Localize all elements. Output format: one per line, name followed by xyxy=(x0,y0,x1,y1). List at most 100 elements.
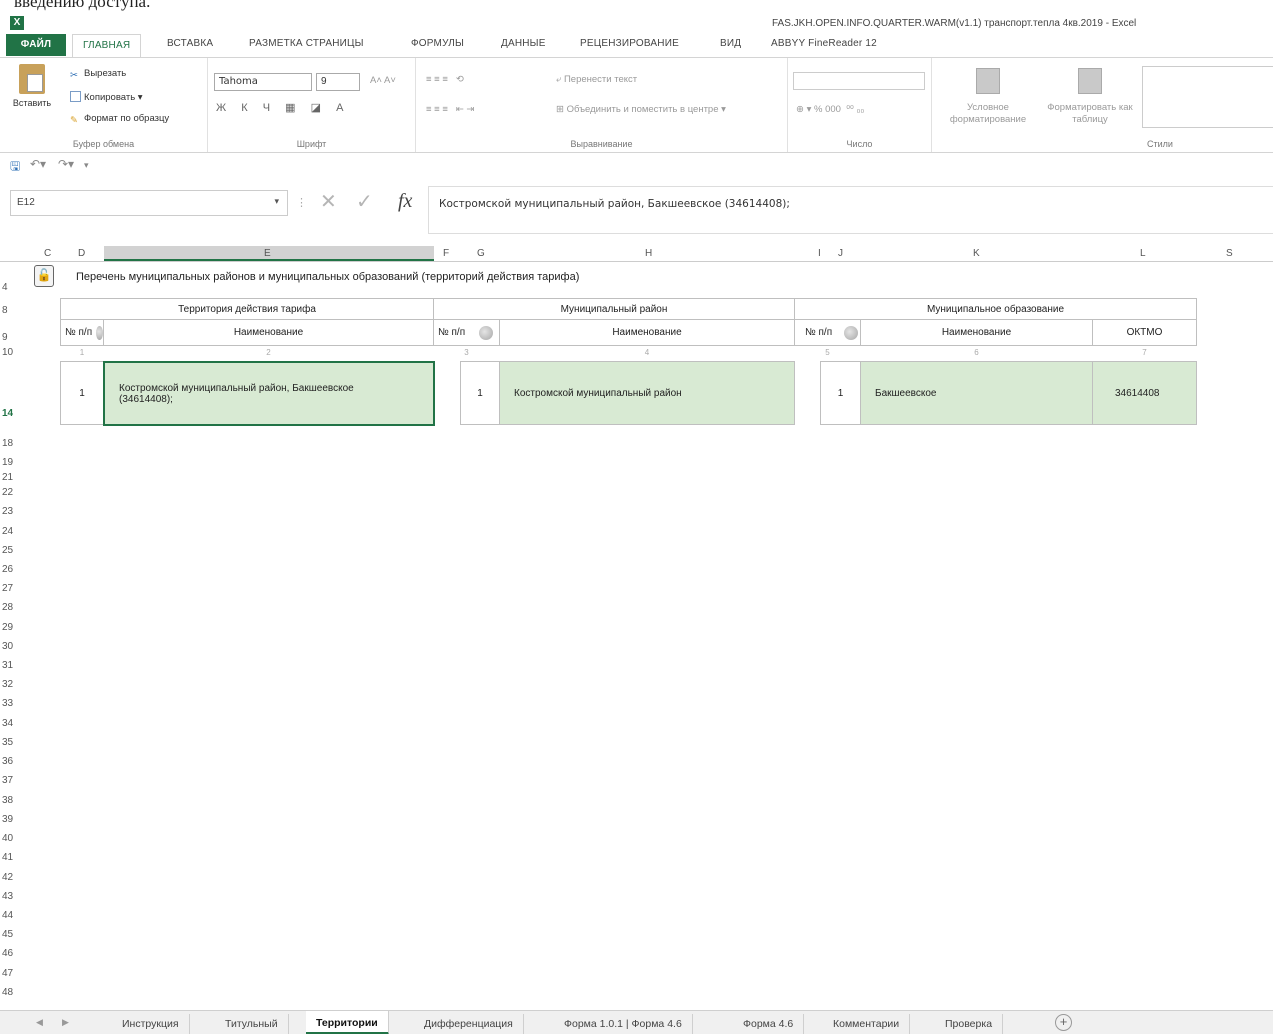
scroll-right-icon[interactable]: ▶ xyxy=(62,1017,69,1028)
tab-abbyy[interactable]: ABBYY FineReader 12 xyxy=(771,38,877,49)
circle-button-icon[interactable] xyxy=(96,325,103,340)
row-header[interactable]: 44 xyxy=(2,910,13,921)
row-header[interactable]: 43 xyxy=(2,891,13,902)
enter-icon[interactable]: ✓ xyxy=(356,189,373,214)
territory-num-cell[interactable]: 1 xyxy=(60,361,104,425)
column-header-g[interactable]: G xyxy=(477,248,485,259)
circle-button-icon[interactable] xyxy=(479,325,494,340)
municipality-num-cell[interactable]: 1 xyxy=(820,361,861,425)
column-header-i[interactable]: I xyxy=(818,248,821,259)
group-header-territory[interactable]: Территория действия тарифа xyxy=(60,298,434,320)
row-header[interactable]: 40 xyxy=(2,833,13,844)
format-painter-button[interactable]: ✎ Формат по образцу xyxy=(70,113,169,126)
borders-icon[interactable]: ▦ xyxy=(285,102,301,114)
header-oktmo[interactable]: ОКТМО xyxy=(1092,319,1197,346)
row-header[interactable]: 9 xyxy=(2,332,8,343)
scroll-left-icon[interactable]: ◀ xyxy=(36,1017,43,1028)
bold-button[interactable]: Ж xyxy=(216,102,232,114)
tab-data[interactable]: ДАННЫЕ xyxy=(501,38,546,49)
column-header-j[interactable]: J xyxy=(838,248,843,259)
header-name-district[interactable]: Наименование xyxy=(499,319,795,346)
row-header[interactable]: 37 xyxy=(2,775,13,786)
undo-icon[interactable]: ↶▾ xyxy=(30,157,46,171)
header-num-district[interactable]: № п/п xyxy=(433,319,500,346)
header-name-territory[interactable]: Наименование xyxy=(103,319,434,346)
row-header[interactable]: 31 xyxy=(2,660,13,671)
row-header[interactable]: 26 xyxy=(2,564,13,575)
sheet-tab-instructions[interactable]: Инструкция xyxy=(112,1014,190,1034)
column-header-e[interactable]: E xyxy=(264,248,271,259)
wrap-text-button[interactable]: ⤶ Перенести текст xyxy=(556,74,637,85)
number-format-select[interactable] xyxy=(793,72,925,90)
insert-function-icon[interactable]: fx xyxy=(398,190,412,213)
save-icon[interactable]: 🖫 xyxy=(10,157,20,178)
font-grow-icon[interactable]: A˄ A˅ xyxy=(370,75,396,86)
row-header[interactable]: 23 xyxy=(2,506,13,517)
row-header[interactable]: 36 xyxy=(2,756,13,767)
row-header[interactable]: 48 xyxy=(2,987,13,998)
row-header[interactable]: 25 xyxy=(2,545,13,556)
territory-name-cell-selected[interactable]: Костромской муниципальный район, Бакшеев… xyxy=(103,361,435,426)
row-header[interactable]: 45 xyxy=(2,929,13,940)
column-header-k[interactable]: K xyxy=(973,248,980,259)
oktmo-cell[interactable]: 34614408 xyxy=(1092,361,1197,425)
font-size-select[interactable]: 9 xyxy=(316,73,360,91)
column-header-d[interactable]: D xyxy=(78,248,85,259)
row-header[interactable]: 32 xyxy=(2,679,13,690)
font-color-icon[interactable]: A xyxy=(336,102,349,114)
sheet-tab-title[interactable]: Титульный xyxy=(215,1014,289,1034)
add-sheet-icon[interactable]: + xyxy=(1055,1014,1072,1031)
italic-button[interactable]: К xyxy=(241,102,253,114)
header-num-territory[interactable]: № п/п xyxy=(60,319,104,346)
row-header[interactable]: 19 xyxy=(2,457,13,468)
municipality-name-cell[interactable]: Бакшеевское xyxy=(860,361,1093,425)
column-header-c[interactable]: C xyxy=(44,248,51,259)
column-header-h[interactable]: H xyxy=(645,248,652,259)
row-header[interactable]: 42 xyxy=(2,872,13,883)
row-header[interactable]: 38 xyxy=(2,795,13,806)
row-header[interactable]: 10 xyxy=(2,347,13,358)
header-num-municipality[interactable]: № п/п xyxy=(794,319,861,346)
column-header-s[interactable]: S xyxy=(1226,248,1233,259)
sheet-tab-comments[interactable]: Комментарии xyxy=(823,1014,911,1034)
row-header[interactable]: 21 xyxy=(2,472,13,483)
underline-button[interactable]: Ч xyxy=(263,102,276,114)
tab-view[interactable]: ВИД xyxy=(720,38,741,49)
circle-button-icon[interactable] xyxy=(844,325,859,340)
row-header[interactable]: 8 xyxy=(2,305,8,316)
sheet-tab-territories[interactable]: Территории xyxy=(306,1011,389,1034)
tab-insert[interactable]: ВСТАВКА xyxy=(167,38,213,49)
cut-button[interactable]: ✂ Вырезать xyxy=(70,68,126,81)
sheet-tab-form-46[interactable]: Форма 4.6 xyxy=(733,1014,805,1034)
tab-formulas[interactable]: ФОРМУЛЫ xyxy=(411,38,464,49)
row-header[interactable]: 28 xyxy=(2,602,13,613)
column-header-l[interactable]: L xyxy=(1140,248,1146,259)
district-num-cell[interactable]: 1 xyxy=(460,361,500,425)
row-header[interactable]: 4 xyxy=(2,282,8,293)
copy-button[interactable]: Копировать ▾ xyxy=(70,91,143,103)
tab-review[interactable]: РЕЦЕНЗИРОВАНИЕ xyxy=(580,38,679,49)
fill-color-icon[interactable]: ◪ xyxy=(311,102,327,114)
redo-icon[interactable]: ↷▾ xyxy=(58,157,74,171)
chevron-down-icon[interactable]: ▾ xyxy=(274,196,279,207)
row-header[interactable]: 30 xyxy=(2,641,13,652)
merge-center-button[interactable]: ⊞ Объединить и поместить в центре ▾ xyxy=(556,104,726,115)
row-header[interactable]: 46 xyxy=(2,948,13,959)
row-header[interactable]: 41 xyxy=(2,852,13,863)
row-header[interactable]: 34 xyxy=(2,718,13,729)
group-header-district[interactable]: Муниципальный район xyxy=(433,298,795,320)
column-header-f[interactable]: F xyxy=(443,248,449,259)
cell-styles-gallery[interactable] xyxy=(1142,66,1273,128)
format-table-button[interactable]: Форматировать как таблицу xyxy=(1044,102,1136,126)
formula-input[interactable]: Костромской муниципальный район, Бакшеев… xyxy=(428,186,1273,234)
conditional-format-button[interactable]: Условное форматирование xyxy=(940,102,1036,126)
group-header-municipality[interactable]: Муниципальное образование xyxy=(794,298,1197,320)
align-horizontal-icons[interactable]: ≡ ≡ ≡ ⇤ ⇥ xyxy=(426,104,474,115)
name-box[interactable]: E12 ▾ xyxy=(10,190,288,216)
row-header[interactable]: 18 xyxy=(2,438,13,449)
tab-file[interactable]: ФАЙЛ xyxy=(6,34,66,56)
row-header[interactable]: 22 xyxy=(2,487,13,498)
row-header-selected[interactable]: 14 xyxy=(2,408,13,419)
sheet-tab-differentiation[interactable]: Дифференциация xyxy=(414,1014,524,1034)
row-header[interactable]: 33 xyxy=(2,698,13,709)
